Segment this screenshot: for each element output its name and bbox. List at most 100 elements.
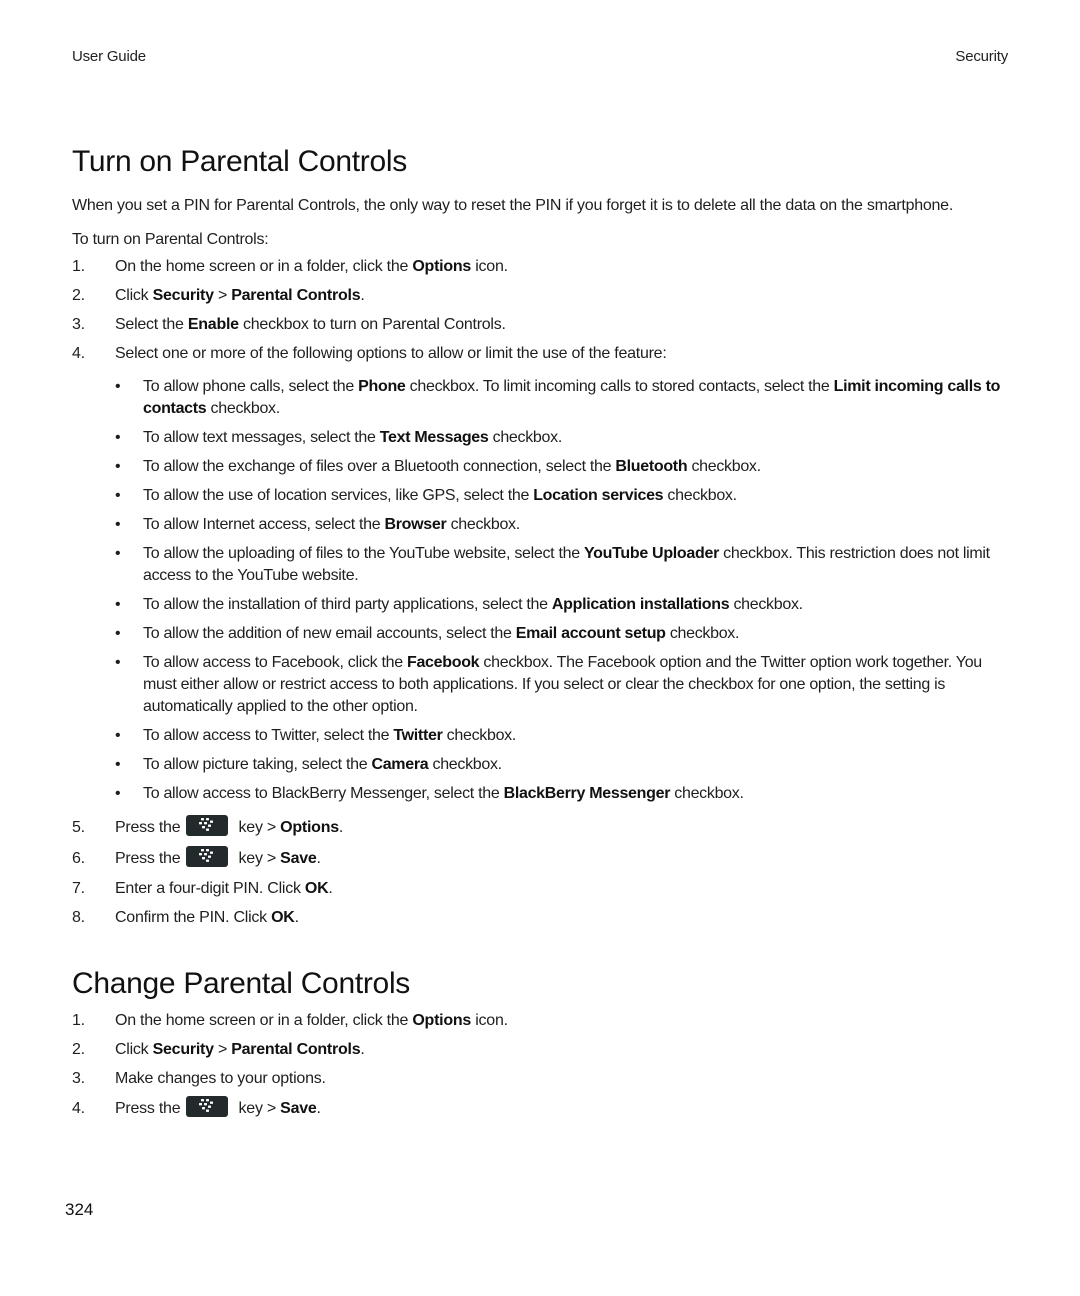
step-bold: Enable bbox=[187, 316, 239, 333]
step-bold: Options bbox=[280, 819, 339, 836]
bullet-item: • To allow Internet access, select the Br… bbox=[115, 514, 1012, 536]
bullet-item: • To allow the installation of third part… bbox=[115, 594, 1012, 616]
bullet-bold: Browser bbox=[384, 516, 447, 533]
bullet-bold: Text Messages bbox=[379, 429, 489, 446]
step-number: 8. bbox=[72, 909, 85, 926]
bullet-item: • To allow access to BlackBerry Messenger… bbox=[115, 783, 1012, 805]
step-item: 3. Select the Enable checkbox to turn on … bbox=[72, 310, 1012, 339]
step-bold: Save bbox=[280, 850, 317, 867]
bullet-bold: Email account setup bbox=[515, 625, 666, 642]
step-number: 7. bbox=[72, 880, 85, 897]
bullet-text: checkbox. bbox=[488, 429, 563, 446]
bullet-icon: • bbox=[115, 654, 121, 671]
options-bullet-list: • To allow phone calls, select the Phone … bbox=[115, 376, 1012, 805]
bullet-bold: Camera bbox=[371, 756, 429, 773]
step-bold: Options bbox=[412, 1012, 472, 1029]
bullet-bold: BlackBerry Messenger bbox=[503, 785, 671, 802]
bullet-text: To allow Internet access, select the bbox=[143, 516, 385, 533]
step-text: . bbox=[338, 819, 344, 836]
step-number: 1. bbox=[72, 258, 85, 275]
bullet-bold: Facebook bbox=[406, 654, 480, 671]
step-bold: Options bbox=[412, 258, 472, 275]
step-text: key > bbox=[234, 819, 281, 836]
step-text: Confirm the PIN. Click bbox=[115, 909, 272, 926]
step-bold: Parental Controls bbox=[231, 287, 361, 304]
bullet-item: • To allow access to Twitter, select the … bbox=[115, 725, 1012, 747]
bullet-text: checkbox. bbox=[687, 458, 761, 475]
step-text: checkbox to turn on Parental Controls. bbox=[238, 316, 506, 333]
step-number: 4. bbox=[72, 345, 85, 362]
step-number: 3. bbox=[72, 1070, 85, 1087]
bullet-bold: Location services bbox=[533, 487, 664, 504]
step-text: . bbox=[360, 287, 365, 304]
step-item: 3. Make changes to your options. bbox=[72, 1064, 1012, 1093]
step-text: Select one or more of the following opti… bbox=[115, 345, 667, 362]
bullet-item: • To allow the use of location services, … bbox=[115, 485, 1012, 507]
bullet-text: checkbox. bbox=[206, 400, 281, 417]
step-bold: Parental Controls bbox=[231, 1041, 361, 1058]
step-number: 6. bbox=[72, 850, 85, 867]
step-text: icon. bbox=[471, 258, 508, 275]
bullet-icon: • bbox=[115, 458, 121, 475]
bullet-text: checkbox. bbox=[663, 487, 737, 504]
step-text: Click bbox=[115, 287, 153, 304]
step-text: . bbox=[316, 850, 321, 867]
steps-list-turn-on: 1. On the home screen or in a folder, cli… bbox=[72, 252, 1012, 368]
bullet-text: checkbox. bbox=[428, 756, 502, 773]
section-title-turn-on: Turn on Parental Controls bbox=[72, 145, 407, 178]
page-number: 324 bbox=[65, 1200, 94, 1219]
bullet-text: To allow access to Twitter, select the bbox=[143, 727, 394, 744]
bullet-text: checkbox. To limit incoming calls to sto… bbox=[405, 378, 834, 395]
step-item: 5. Press the key > Options. bbox=[72, 812, 1012, 843]
step-item: 1. On the home screen or in a folder, cli… bbox=[72, 1006, 1012, 1035]
step-text: Enter a four-digit PIN. Click bbox=[115, 880, 305, 897]
blackberry-menu-key-icon bbox=[186, 815, 229, 837]
bullet-icon: • bbox=[115, 727, 121, 744]
bullet-item: • To allow the exchange of files over a B… bbox=[115, 456, 1012, 478]
bullet-bold: YouTube Uploader bbox=[583, 545, 720, 562]
bullet-item: • To allow the uploading of files to the … bbox=[115, 543, 1012, 587]
bullet-item: • To allow picture taking, select the Cam… bbox=[115, 754, 1012, 776]
bullet-text: To allow access to Facebook, click the bbox=[143, 654, 407, 671]
step-text: . bbox=[316, 1100, 321, 1117]
step-item: 6. Press the key > Save. bbox=[72, 843, 1012, 874]
steps-list-change: 1. On the home screen or in a folder, cli… bbox=[72, 1006, 1012, 1124]
bullet-text: To allow the uploading of files to the Y… bbox=[143, 545, 584, 562]
bullet-icon: • bbox=[115, 756, 121, 773]
running-header-section: Security bbox=[955, 48, 1008, 65]
step-number: 2. bbox=[72, 1041, 85, 1058]
blackberry-menu-key-icon bbox=[186, 1096, 229, 1118]
bullet-text: To allow phone calls, select the bbox=[143, 378, 359, 395]
step-text: icon. bbox=[471, 1012, 508, 1029]
bullet-text: To allow the use of location services, l… bbox=[143, 487, 534, 504]
step-text: Select the bbox=[115, 316, 188, 333]
step-text: > bbox=[213, 1041, 232, 1058]
bullet-text: To allow the exchange of files over a Bl… bbox=[143, 458, 616, 475]
step-bold: OK bbox=[304, 880, 329, 897]
step-text: On the home screen or in a folder, click… bbox=[115, 258, 413, 275]
bullet-icon: • bbox=[115, 516, 121, 533]
section-change-parental-controls: Change Parental Controls 1. On the home s… bbox=[72, 962, 1012, 1124]
step-item: 4. Select one or more of the following op… bbox=[72, 339, 1012, 368]
step-text: > bbox=[213, 287, 232, 304]
bullet-icon: • bbox=[115, 596, 121, 613]
running-header-title: User Guide bbox=[72, 48, 146, 65]
step-item: 2. Click Security > Parental Controls. bbox=[72, 1035, 1012, 1064]
bullet-bold: Phone bbox=[358, 378, 406, 395]
bullet-icon: • bbox=[115, 545, 121, 562]
step-text: On the home screen or in a folder, click… bbox=[115, 1012, 413, 1029]
step-number: 3. bbox=[72, 316, 85, 333]
step-number: 5. bbox=[72, 819, 85, 836]
step-bold: OK bbox=[271, 909, 295, 926]
step-text: . bbox=[328, 880, 333, 897]
step-text: key > bbox=[234, 1100, 281, 1117]
bullet-bold: Application installations bbox=[551, 596, 730, 613]
step-text: . bbox=[294, 909, 299, 926]
bullet-text: checkbox. bbox=[670, 785, 744, 802]
step-item: 4. Press the key > Save. bbox=[72, 1093, 1012, 1124]
bullet-icon: • bbox=[115, 785, 121, 802]
step-text: . bbox=[360, 1041, 365, 1058]
bullet-item: • To allow the addition of new email acco… bbox=[115, 623, 1012, 645]
steps-list-turn-on-continued: 5. Press the key > Options. 6. Press the k… bbox=[72, 812, 1012, 932]
bullet-bold: Twitter bbox=[393, 727, 443, 744]
